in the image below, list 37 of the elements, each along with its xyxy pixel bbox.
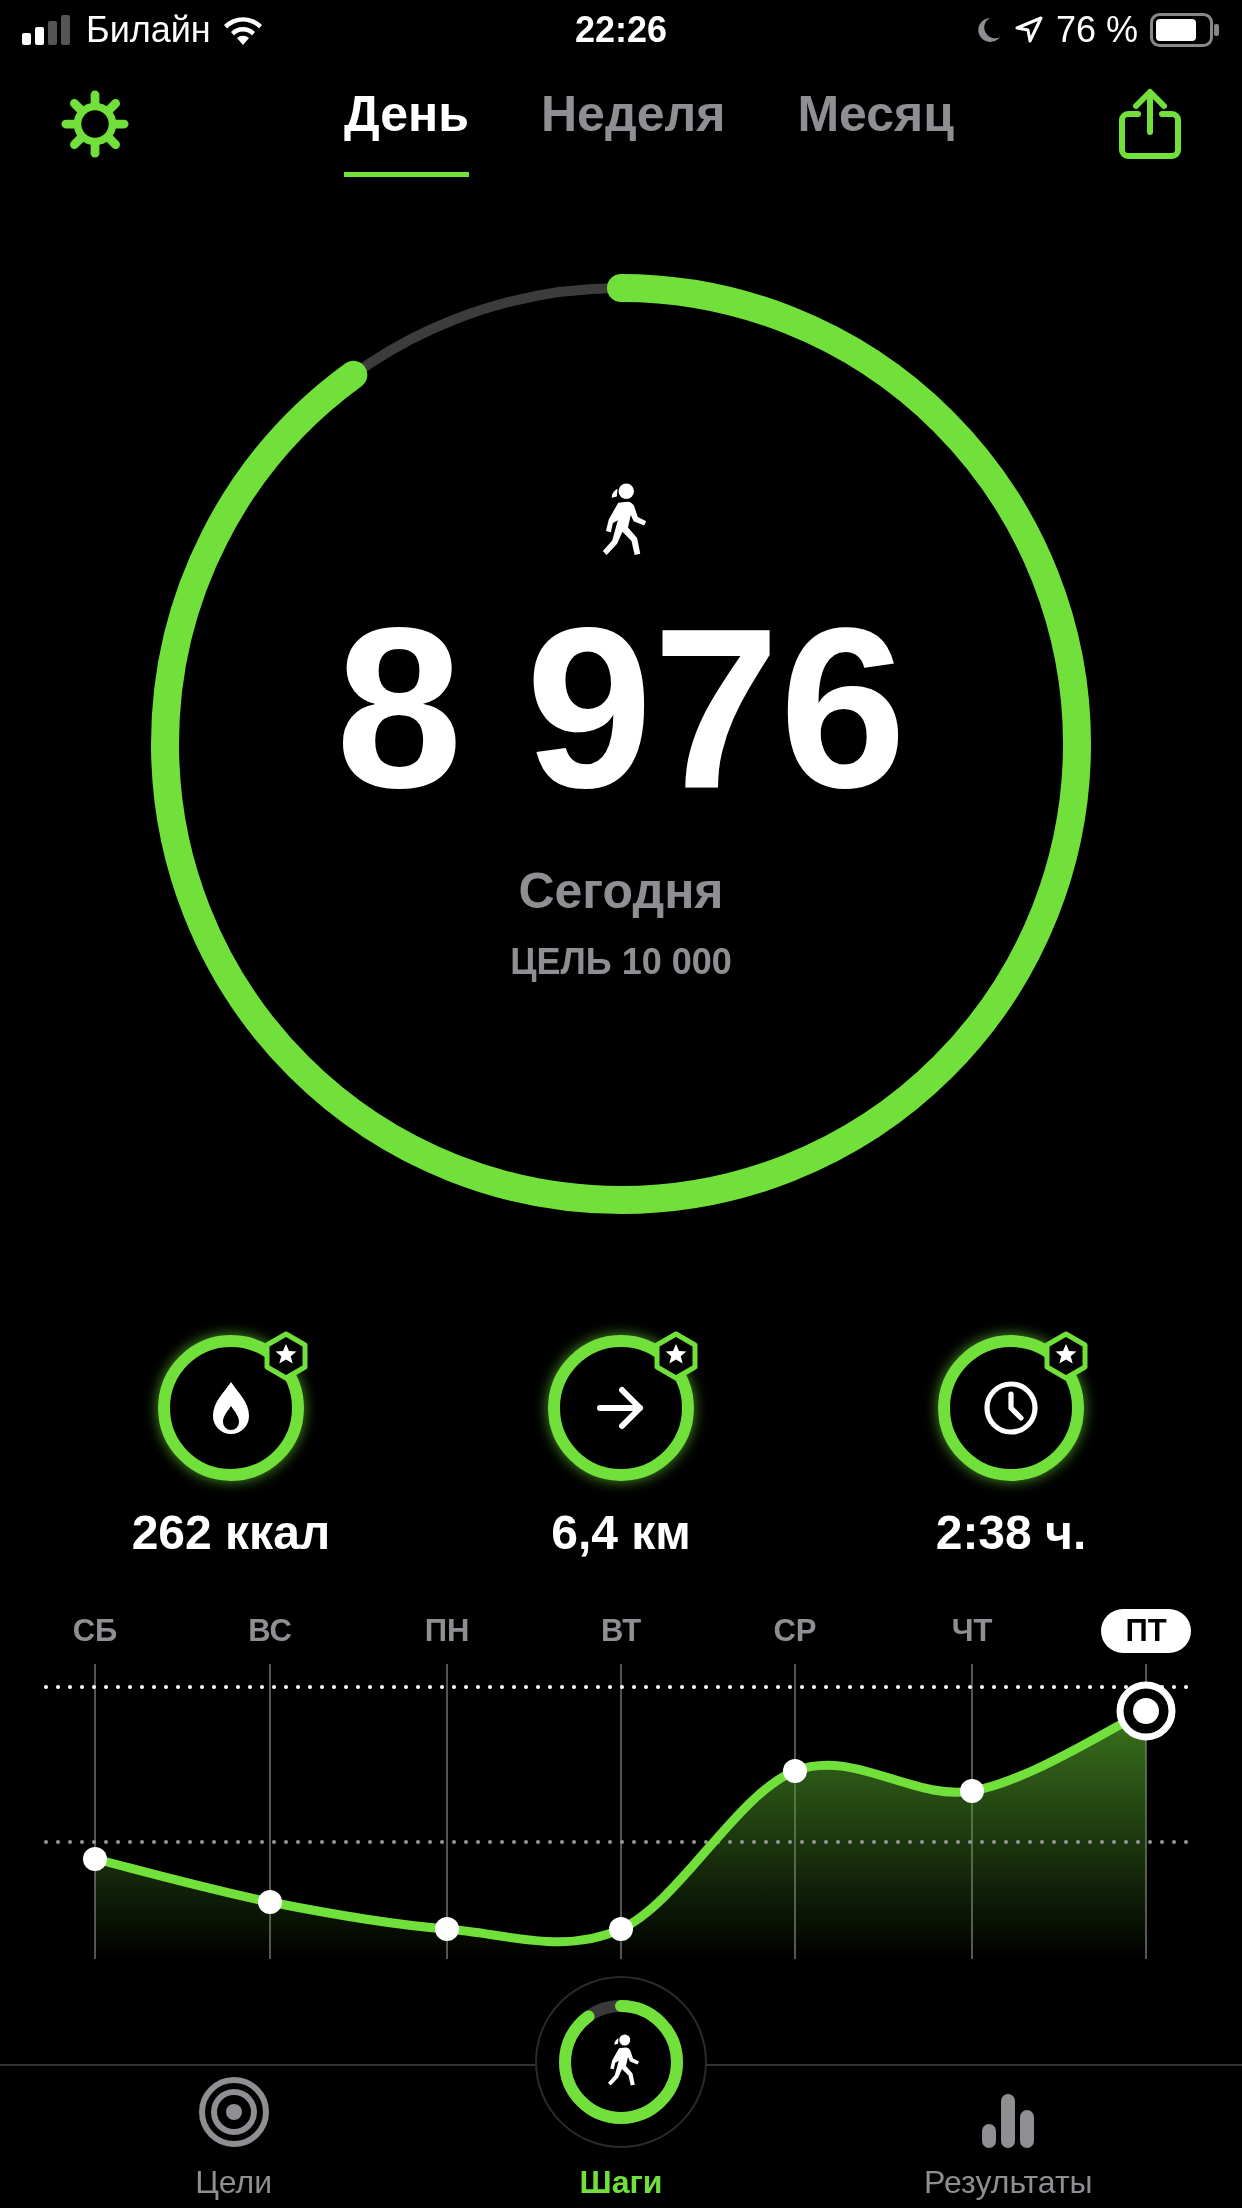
day-label[interactable]: ПТ: [1101, 1609, 1191, 1653]
battery-icon: [1150, 13, 1220, 48]
data-point[interactable]: [609, 1916, 633, 1941]
day-label[interactable]: ПН: [402, 1609, 492, 1653]
period-label: Сегодня: [518, 861, 724, 921]
step-count: 8 976: [335, 593, 907, 822]
data-point[interactable]: [435, 1916, 459, 1941]
data-point[interactable]: [960, 1778, 984, 1803]
day-label[interactable]: СР: [750, 1609, 840, 1653]
stat-value: 262 ккал: [131, 1505, 331, 1561]
goal-label: ЦЕЛЬ 10 000: [510, 939, 732, 984]
target-icon: [197, 2076, 270, 2148]
clock-time: 22:26: [574, 8, 668, 53]
battery-percent: 76 %: [1055, 8, 1138, 53]
wifi-icon: [222, 15, 263, 46]
arrow-icon: [596, 1386, 646, 1430]
selected-point[interactable]: [1116, 1681, 1176, 1741]
data-point[interactable]: [258, 1889, 282, 1914]
carrier-name: Билайн: [86, 8, 211, 53]
nav-label[interactable]: Результаты: [924, 2158, 1093, 2206]
period-tab[interactable]: День: [344, 70, 469, 177]
nav-label[interactable]: Цели: [195, 2158, 273, 2206]
day-label[interactable]: ВТ: [576, 1609, 666, 1653]
day-label[interactable]: ЧТ: [927, 1609, 1017, 1653]
day-label[interactable]: ВС: [225, 1609, 315, 1653]
stat-value: 6,4 км: [551, 1505, 691, 1561]
data-point[interactable]: [783, 1758, 807, 1783]
share-icon[interactable]: [1118, 87, 1182, 160]
period-tab[interactable]: Месяц: [797, 70, 954, 177]
period-tab[interactable]: Неделя: [541, 70, 726, 177]
nav-label[interactable]: Шаги: [579, 2158, 663, 2206]
stat-value: 2:38 ч.: [935, 1505, 1087, 1561]
bar-chart-icon: [980, 2092, 1037, 2148]
clock-icon: [983, 1380, 1039, 1436]
settings-icon[interactable]: [60, 88, 130, 159]
day-label[interactable]: СБ: [50, 1609, 140, 1653]
data-point[interactable]: [83, 1846, 107, 1871]
